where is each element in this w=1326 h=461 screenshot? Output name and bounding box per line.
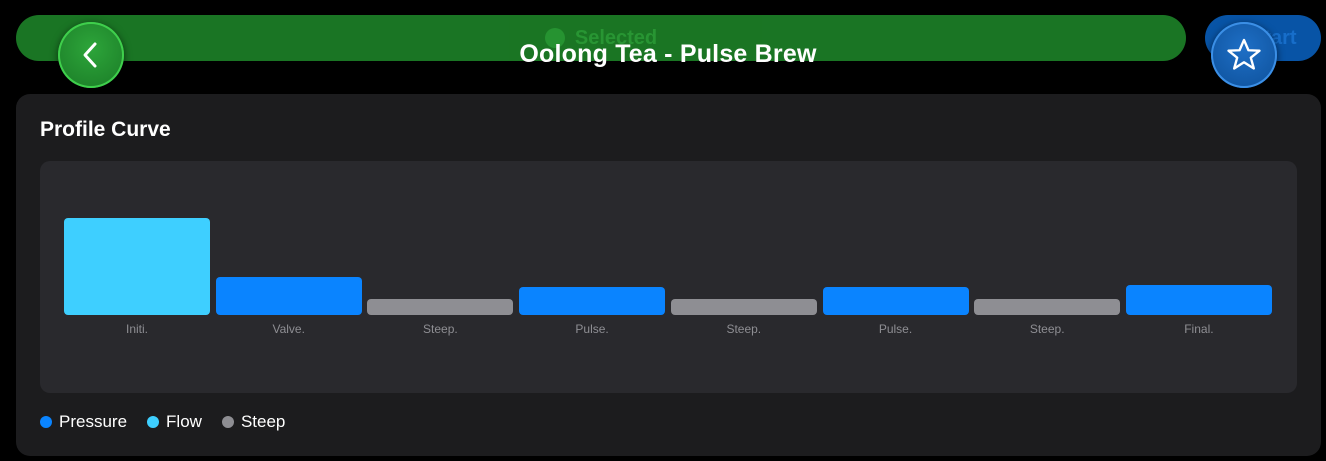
chart-bar-7 (974, 299, 1121, 315)
chart-bar-3 (367, 299, 514, 315)
legend-swatch (40, 416, 52, 428)
chart-bar-6 (822, 287, 969, 315)
chart-bar-1 (64, 218, 210, 315)
legend-label: Steep (240, 412, 286, 431)
chart-tick-label: Pulse. (878, 322, 913, 336)
legend-item-flow: Flow (147, 412, 202, 432)
legend-item-steep: Steep (221, 412, 286, 432)
favorite-button[interactable] (1211, 22, 1277, 88)
chart-bar-8 (1125, 285, 1272, 315)
star-icon (1227, 38, 1261, 70)
chart-tick-label: Valve. (272, 322, 305, 336)
legend-swatch (147, 416, 160, 428)
chart-bar-5 (670, 299, 817, 315)
legend-swatch (221, 416, 234, 428)
chart-tick-label: Steep. (1029, 322, 1065, 336)
card-title: Profile Curve (40, 118, 171, 141)
profile-chart: Initi. Valve. Steep. Pulse. Steep. Pulse. Stee… (40, 161, 1297, 393)
chart-bar-4 (519, 287, 666, 315)
chart-tick-label: Initi. (125, 322, 148, 336)
chart-tick-label: Steep. (423, 322, 458, 336)
chart-tick-label: Final. (1184, 322, 1214, 336)
legend-item-pressure: Pressure (40, 412, 127, 432)
chart-tick-label: Steep. (726, 322, 762, 336)
legend-label: Pressure (59, 412, 128, 431)
page-title: Oolong Tea - Pulse Brew (519, 40, 817, 68)
chart-tick-label: Pulse. (575, 322, 609, 336)
legend-label: Flow (166, 412, 202, 431)
chart-legend: Pressure Flow Steep (40, 412, 285, 432)
profile-curve-card: Profile Curve Initi. Valve. Steep. Pulse. St… (16, 94, 1321, 456)
chart-bar-2 (215, 277, 362, 315)
